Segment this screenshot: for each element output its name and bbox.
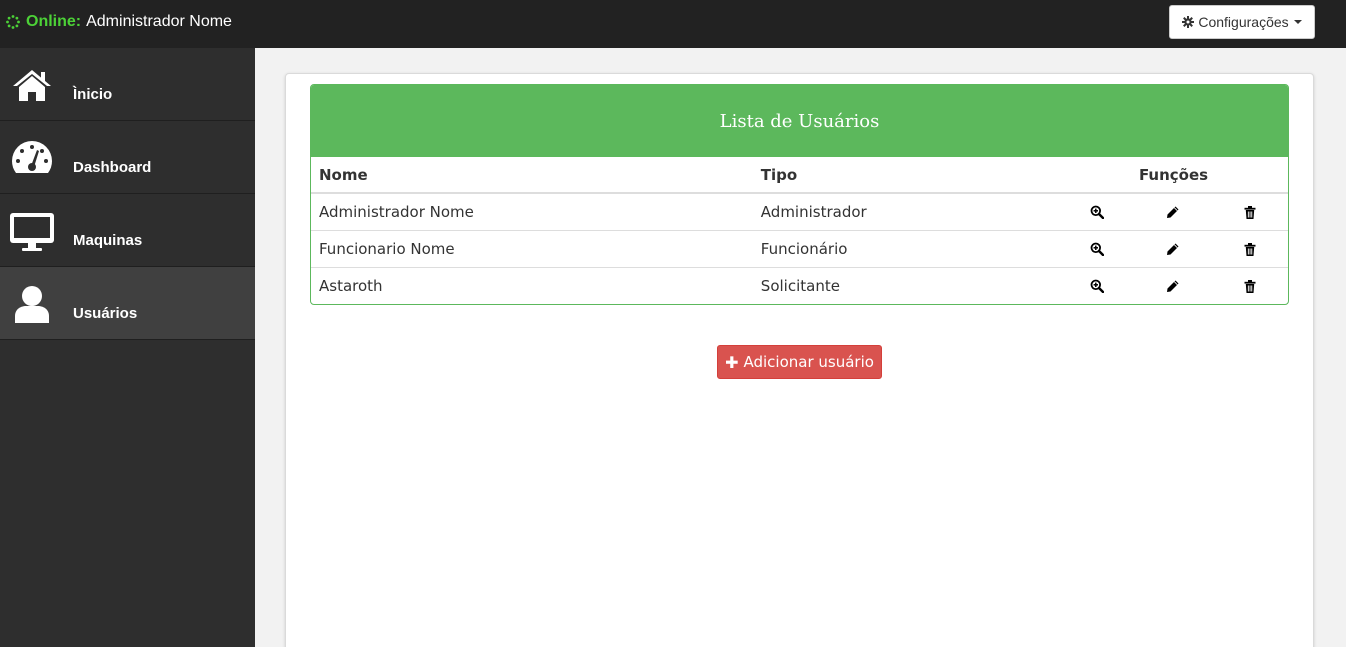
- monitor-icon: [10, 213, 54, 251]
- view-button[interactable]: [1059, 230, 1136, 268]
- zoom-in-icon: [1090, 242, 1105, 257]
- edit-button[interactable]: [1135, 267, 1211, 304]
- column-header-funcoes: Funções: [1059, 157, 1288, 194]
- user-type-cell: Solicitante: [760, 276, 840, 295]
- pencil-icon: [1167, 280, 1179, 293]
- sidebar: Ìnicio Dashboard Maquinas Usuários: [0, 48, 255, 647]
- table-header-row: Nome Tipo Funções: [311, 157, 1288, 194]
- delete-button[interactable]: [1211, 193, 1288, 231]
- user-type-cell: Funcionário: [752, 230, 1060, 268]
- sidebar-item-label: Maquinas: [73, 232, 143, 249]
- pencil-icon: [1167, 206, 1179, 219]
- column-header-nome: Nome: [311, 157, 753, 194]
- view-button[interactable]: [1059, 193, 1136, 231]
- current-user-name: Administrador Nome: [86, 13, 232, 30]
- trash-icon: [1244, 205, 1256, 219]
- plus-icon: ✚: [725, 352, 739, 372]
- gear-icon: [1182, 16, 1195, 28]
- trash-icon: [1244, 279, 1256, 293]
- sidebar-item-usuarios[interactable]: Usuários: [0, 267, 255, 340]
- sidebar-item-label: Ìnicio: [73, 86, 113, 103]
- user-name-cell: Administrador Nome: [311, 193, 753, 231]
- sidebar-item-label: Dashboard: [73, 159, 152, 176]
- delete-button[interactable]: [1212, 267, 1288, 304]
- zoom-in-icon: [1090, 205, 1105, 220]
- column-header-tipo: Tipo: [752, 157, 1060, 194]
- users-table: Nome Tipo Funções Administrador Nome Adm…: [311, 157, 1288, 304]
- user-icon: [15, 286, 49, 323]
- add-user-label: Adicionar usuário: [743, 353, 874, 371]
- add-user-button[interactable]: ✚ Adicionar usuário: [717, 345, 882, 379]
- table-row: Administrador Nome Administrador: [311, 193, 1288, 231]
- user-name-cell: Funcionario Nome: [311, 230, 753, 268]
- dashboard-icon: [12, 141, 52, 173]
- sidebar-item-dashboard[interactable]: Dashboard: [0, 121, 255, 194]
- table-row: Astaroth Solicitante: [311, 267, 1288, 304]
- top-bar: Online: Administrador Nome Configurações: [0, 0, 1346, 48]
- user-type-cell: Administrador: [752, 193, 1060, 231]
- zoom-in-icon: [1090, 279, 1105, 294]
- delete-button[interactable]: [1211, 230, 1288, 268]
- users-card: Lista de Usuários Nome Tipo Funções Admi…: [310, 84, 1289, 305]
- pencil-icon: [1167, 243, 1179, 255]
- spinner-icon: [6, 15, 20, 29]
- chevron-down-icon: [1293, 20, 1302, 24]
- user-name-cell: Astaroth: [319, 276, 383, 295]
- trash-icon: [1244, 242, 1256, 256]
- settings-label: Configurações: [1198, 14, 1289, 30]
- sidebar-item-label: Usuários: [73, 305, 138, 322]
- sidebar-item-inicio[interactable]: Ìnicio: [0, 48, 255, 121]
- view-button[interactable]: [1059, 267, 1135, 304]
- table-row: Funcionario Nome Funcionário: [311, 230, 1288, 268]
- edit-button[interactable]: [1135, 230, 1212, 268]
- settings-dropdown-button[interactable]: Configurações: [1169, 5, 1315, 39]
- online-status: Online: Administrador Nome: [6, 12, 232, 32]
- card-title: Lista de Usuários: [311, 85, 1288, 157]
- online-label: Online:: [26, 13, 82, 30]
- edit-button[interactable]: [1135, 193, 1212, 231]
- sidebar-item-maquinas[interactable]: Maquinas: [0, 194, 255, 267]
- home-icon: [13, 70, 51, 101]
